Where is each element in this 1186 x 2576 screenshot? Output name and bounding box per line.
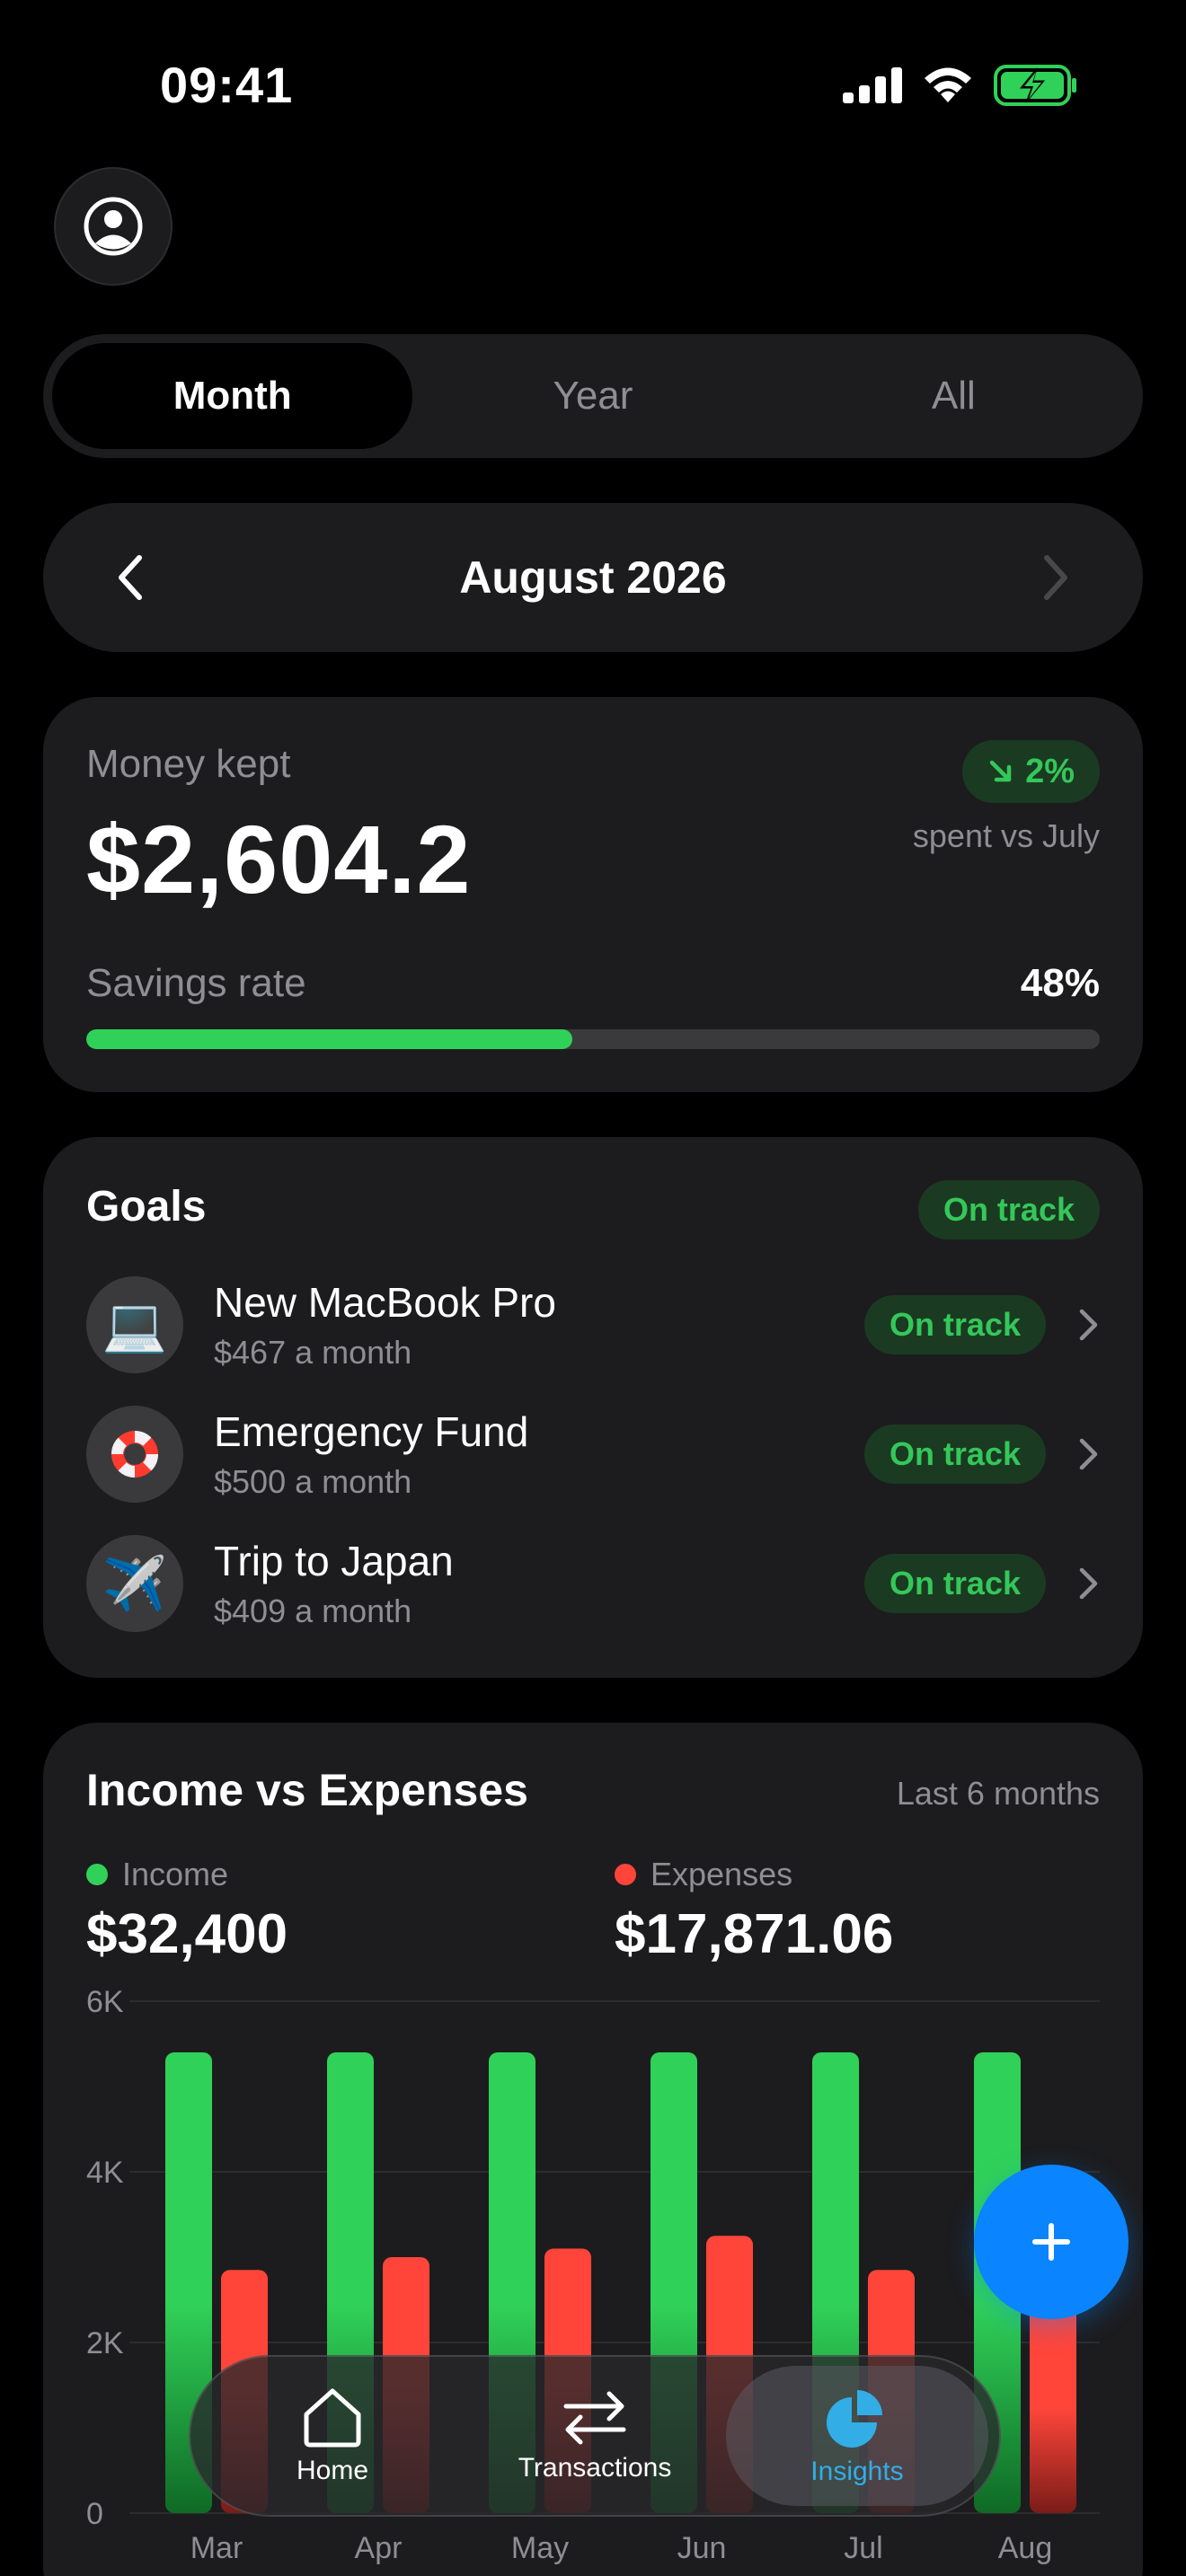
tab-transactions[interactable]: Transactions xyxy=(464,2366,726,2506)
next-month-button[interactable] xyxy=(1021,542,1093,613)
month-picker: August 2026 xyxy=(43,503,1143,652)
x-tick-label-jun: Jun xyxy=(677,2531,727,2565)
add-transaction-button[interactable] xyxy=(974,2165,1128,2319)
chevron-right-icon xyxy=(1044,555,1067,600)
plus-icon xyxy=(1032,2223,1070,2261)
segment-year[interactable]: Year xyxy=(412,343,773,449)
y-tick-label: 2K xyxy=(86,2326,124,2360)
transfer-arrows-icon xyxy=(563,2391,626,2445)
x-tick-label-jul: Jul xyxy=(844,2531,882,2565)
goal-monthly-amount: $467 a month xyxy=(214,1334,412,1371)
y-tick-label: 0 xyxy=(86,2497,103,2531)
status-icons xyxy=(843,65,1078,106)
battery-charging-icon xyxy=(994,65,1076,106)
goal-text: New MacBook Pro $467 a month xyxy=(214,1278,864,1372)
spending-change-value: 2% xyxy=(1025,752,1075,790)
x-tick-label-mar: Mar xyxy=(190,2531,243,2565)
previous-month-button[interactable] xyxy=(93,542,165,613)
savings-rate-progress-fill xyxy=(86,1029,573,1049)
spending-change-badge: 2% xyxy=(962,740,1100,803)
goals-card: Goals On track 💻 New MacBook Pro $467 a … xyxy=(43,1137,1143,1678)
x-tick-label-aug: Aug xyxy=(998,2531,1053,2565)
goal-text: Emergency Fund $500 a month xyxy=(214,1407,864,1501)
goal-monthly-amount: $500 a month xyxy=(214,1463,412,1500)
money-kept-label: Money kept xyxy=(86,742,291,786)
lifebuoy-icon xyxy=(86,1406,183,1503)
segment-month[interactable]: Month xyxy=(52,343,413,449)
tab-home[interactable]: Home xyxy=(201,2366,464,2506)
goal-row-trip-to-japan[interactable]: ✈️ Trip to Japan $409 a month On track xyxy=(86,1534,1100,1633)
goal-name: New MacBook Pro xyxy=(214,1279,556,1326)
money-kept-card[interactable]: Money kept $2,604.2 2% spent vs July Sav… xyxy=(43,697,1143,1092)
tab-bar: Home Transactions Insights xyxy=(189,2355,1001,2517)
savings-rate-value: 48% xyxy=(1020,961,1100,1005)
segment-all[interactable]: All xyxy=(774,343,1134,449)
tab-home-label: Home xyxy=(296,2456,369,2485)
goals-overall-status: On track xyxy=(917,1180,1100,1239)
goal-row-macbook[interactable]: 💻 New MacBook Pro $467 a month On track xyxy=(86,1275,1100,1374)
pie-chart-icon xyxy=(827,2390,882,2448)
home-icon xyxy=(304,2388,361,2448)
savings-rate-progress xyxy=(86,1029,1100,1049)
goal-status-badge: On track xyxy=(863,1554,1046,1613)
chevron-right-icon xyxy=(1046,1308,1100,1342)
profile-button[interactable] xyxy=(54,167,173,286)
y-tick-label: 6K xyxy=(86,1985,124,2019)
expenses-bar-aug[interactable] xyxy=(1030,2304,1076,2513)
goal-name: Emergency Fund xyxy=(214,1408,529,1455)
chevron-right-icon xyxy=(1046,1437,1100,1471)
person-circle-icon xyxy=(84,197,143,256)
goals-title: Goals xyxy=(86,1183,207,1231)
savings-rate-label: Savings rate xyxy=(86,961,306,1005)
wifi-icon xyxy=(925,67,971,102)
tab-transactions-label: Transactions xyxy=(518,2453,672,2483)
goal-row-emergency-fund[interactable]: Emergency Fund $500 a month On track xyxy=(86,1405,1100,1504)
status-time: 09:41 xyxy=(160,57,294,113)
x-tick-label-apr: Apr xyxy=(355,2531,403,2565)
x-tick-label-may: May xyxy=(511,2531,569,2565)
goal-monthly-amount: $409 a month xyxy=(214,1592,412,1629)
goal-text: Trip to Japan $409 a month xyxy=(214,1537,864,1630)
laptop-icon: 💻 xyxy=(86,1276,183,1373)
period-segmented-control: Month Year All xyxy=(43,334,1143,458)
tab-insights-label: Insights xyxy=(810,2457,904,2486)
chevron-left-icon xyxy=(119,555,142,600)
y-tick-label: 4K xyxy=(86,2156,124,2190)
goal-status-badge: On track xyxy=(863,1295,1046,1354)
cellular-signal-icon xyxy=(843,67,902,103)
goal-name: Trip to Japan xyxy=(214,1538,454,1584)
airplane-icon: ✈️ xyxy=(86,1535,183,1632)
money-kept-amount: $2,604.2 xyxy=(86,805,472,913)
month-label: August 2026 xyxy=(459,552,727,603)
chevron-right-icon xyxy=(1046,1566,1100,1601)
spending-change-caption: spent vs July xyxy=(912,817,1100,854)
status-bar: 09:41 xyxy=(0,0,1186,171)
tab-insights[interactable]: Insights xyxy=(726,2366,988,2506)
arrow-down-right-icon xyxy=(989,760,1012,782)
goal-status-badge: On track xyxy=(863,1425,1046,1484)
